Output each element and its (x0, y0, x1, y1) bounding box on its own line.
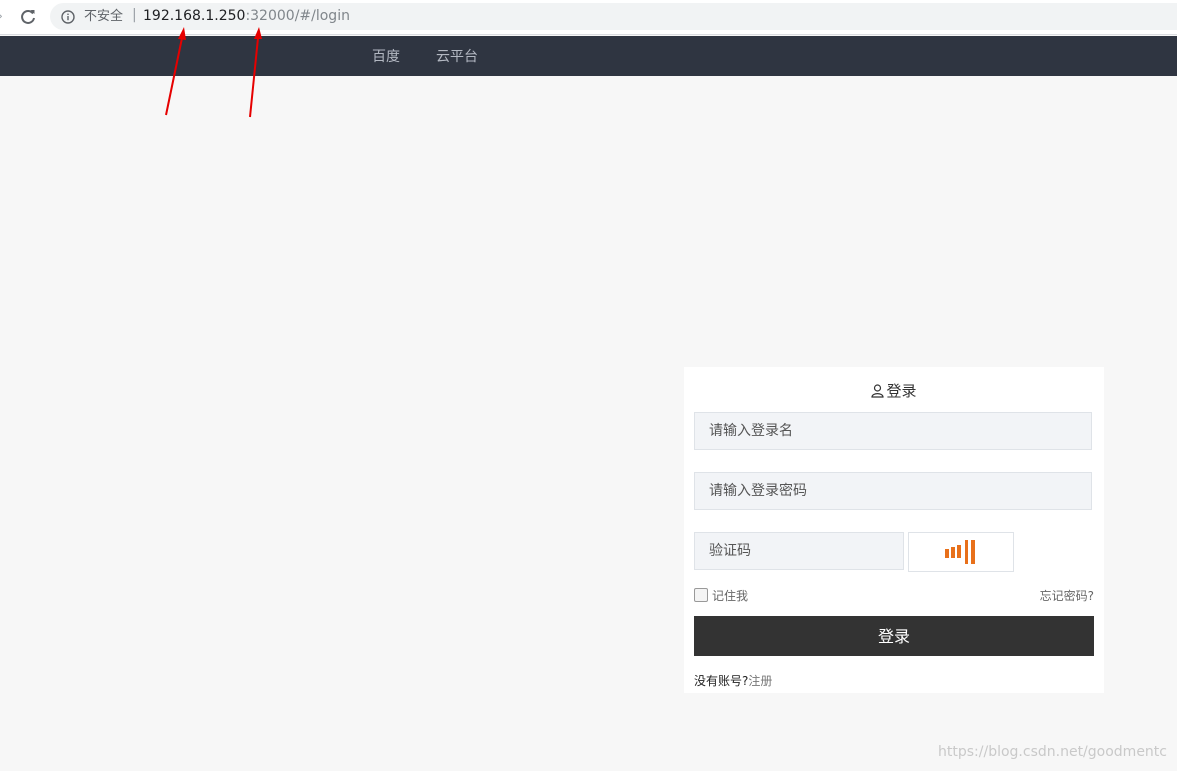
remember-checkbox[interactable] (694, 588, 708, 602)
captcha-graphic (945, 540, 975, 564)
no-account-text: 没有账号? (694, 674, 749, 688)
nav-link-cloud-platform[interactable]: 云平台 (436, 48, 478, 66)
url-text[interactable]: 192.168.1.250:32000/#/login (143, 7, 350, 26)
captcha-input[interactable] (694, 532, 904, 570)
url-host: 192.168.1.250 (143, 8, 246, 24)
password-input[interactable] (694, 472, 1092, 510)
remember-me[interactable]: 记住我 (694, 588, 748, 604)
address-bar[interactable]: 不安全 | 192.168.1.250:32000/#/login (50, 3, 1177, 30)
register-line: 没有账号?注册 (694, 673, 772, 689)
username-input[interactable] (694, 412, 1092, 450)
login-title-text: 登录 (886, 382, 917, 400)
remember-label: 记住我 (712, 589, 749, 603)
site-nav: 百度 云平台 (0, 36, 1177, 76)
nav-link-baidu[interactable]: 百度 (372, 48, 400, 66)
register-link[interactable]: 注册 (748, 674, 772, 688)
watermark: https://blog.csdn.net/goodmentc (938, 744, 1167, 760)
login-title: 登录 (684, 381, 1104, 401)
captcha-image[interactable] (908, 532, 1014, 572)
reload-icon[interactable] (18, 7, 38, 27)
login-button[interactable]: 登录 (694, 616, 1094, 656)
separator: | (132, 7, 137, 23)
security-status: 不安全 (84, 9, 124, 24)
forgot-password-link[interactable]: 忘记密码? (1040, 588, 1094, 604)
user-icon (871, 384, 885, 398)
forward-icon[interactable]: › (0, 9, 3, 23)
info-icon[interactable] (61, 10, 75, 24)
url-path: :32000/#/login (245, 8, 350, 24)
browser-toolbar: › 不安全 | 192.168.1.250:32000/#/login (0, 0, 1177, 35)
login-panel: 登录 记住我 忘记密码? 登录 没有账号?注册 (684, 367, 1104, 693)
